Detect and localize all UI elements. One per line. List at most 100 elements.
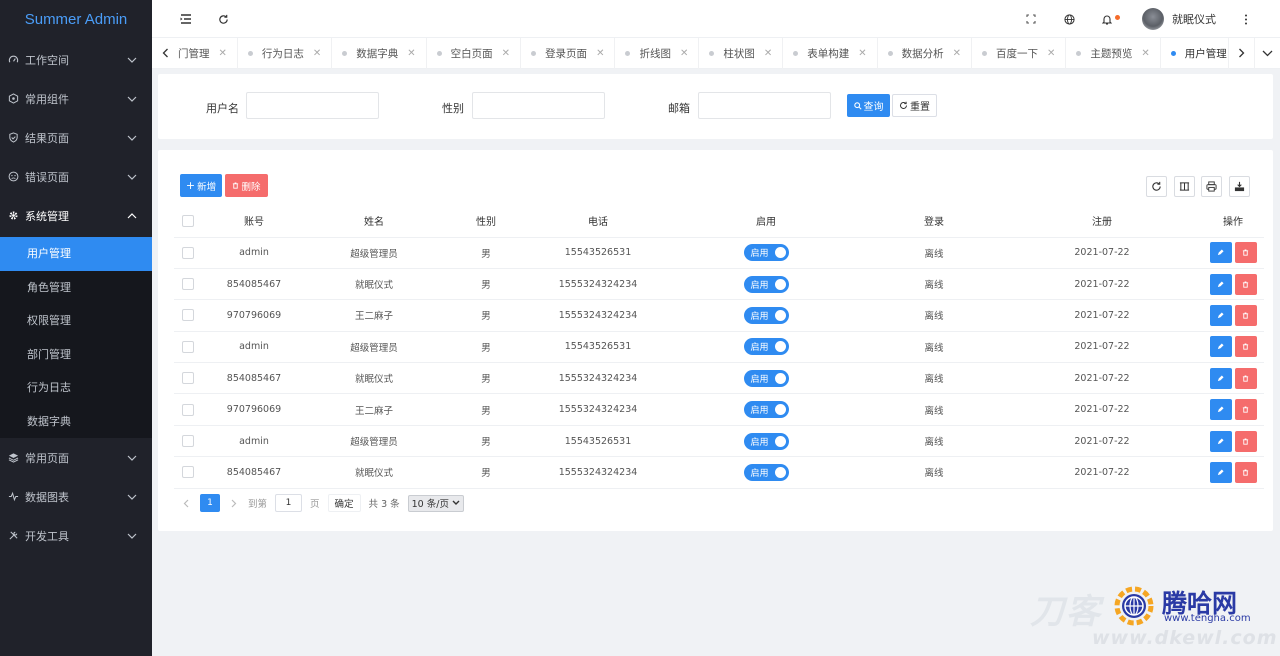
sidebar-menu-1[interactable]: 数据图表 bbox=[0, 477, 152, 516]
row-delete-button[interactable] bbox=[1234, 242, 1257, 264]
edit-button[interactable] bbox=[1209, 273, 1232, 295]
page-size-select[interactable]: 10 条/页 bbox=[407, 494, 464, 512]
current-page[interactable]: 1 bbox=[200, 494, 220, 512]
enabled-toggle[interactable]: 启用 bbox=[743, 463, 789, 481]
delete-button[interactable]: 删除 bbox=[225, 174, 268, 197]
enabled-toggle[interactable]: 启用 bbox=[743, 338, 789, 356]
gender-input[interactable] bbox=[472, 92, 605, 119]
table-row[interactable]: 970796069 王二麻子男 1555324324234 启用 离线 2021-07-2… bbox=[174, 299, 1264, 332]
sidebar-menu-0[interactable]: 工作空间 bbox=[0, 40, 152, 79]
sidebar-menu-4[interactable]: 系统管理 bbox=[0, 196, 152, 235]
print-button[interactable] bbox=[1201, 176, 1222, 197]
sidebar-menu-0[interactable]: 常用页面 bbox=[0, 438, 152, 477]
columns-filter-button[interactable] bbox=[1174, 176, 1195, 197]
close-icon[interactable]: ✕ bbox=[1047, 48, 1055, 59]
next-page-icon[interactable] bbox=[228, 499, 240, 508]
close-icon[interactable]: ✕ bbox=[596, 48, 604, 59]
username-input[interactable] bbox=[246, 92, 379, 119]
tab-2[interactable]: 数据字典 ✕ bbox=[332, 37, 427, 69]
row-delete-button[interactable] bbox=[1234, 399, 1257, 421]
tab-8[interactable]: 数据分析 ✕ bbox=[878, 37, 973, 69]
bell-icon[interactable] bbox=[1099, 11, 1120, 27]
tab-5[interactable]: 折线图 ✕ bbox=[615, 37, 700, 69]
row-checkbox[interactable] bbox=[182, 435, 194, 448]
export-button[interactable] bbox=[1229, 176, 1250, 197]
sidebar-subitem-4[interactable]: 行为日志 bbox=[0, 371, 152, 405]
close-icon[interactable]: ✕ bbox=[680, 48, 688, 59]
column-header[interactable]: 启用 bbox=[666, 205, 866, 238]
sidebar-menu-3[interactable]: 错误页面 bbox=[0, 157, 152, 196]
table-row[interactable]: 970796069 王二麻子男 1555324324234 启用 离线 2021-07-2… bbox=[174, 393, 1264, 426]
tab-0[interactable]: 门管理 ✕ bbox=[178, 37, 238, 69]
row-checkbox[interactable] bbox=[182, 340, 194, 353]
tabs-prev-icon[interactable] bbox=[152, 38, 178, 69]
column-header[interactable]: 注册 bbox=[1002, 205, 1202, 238]
select-all-checkbox[interactable] bbox=[182, 214, 194, 227]
close-icon[interactable]: ✕ bbox=[407, 48, 415, 59]
tab-6[interactable]: 柱状图 ✕ bbox=[699, 37, 784, 69]
tab-11[interactable]: 用户管理✕ bbox=[1161, 38, 1228, 69]
row-checkbox[interactable] bbox=[182, 466, 194, 479]
goto-page-input[interactable]: 1 bbox=[275, 494, 303, 512]
tab-7[interactable]: 表单构建 ✕ bbox=[783, 37, 878, 69]
edit-button[interactable] bbox=[1209, 304, 1232, 326]
refresh-icon[interactable] bbox=[215, 11, 231, 27]
edit-button[interactable] bbox=[1209, 367, 1232, 389]
row-delete-button[interactable] bbox=[1234, 461, 1257, 483]
app-logo[interactable]: Summer Admin bbox=[0, 0, 152, 40]
sidebar-menu-1[interactable]: 常用组件 bbox=[0, 79, 152, 118]
close-icon[interactable]: ✕ bbox=[1141, 48, 1149, 59]
edit-button[interactable] bbox=[1209, 399, 1232, 421]
sidebar-subitem-3[interactable]: 部门管理 bbox=[0, 338, 152, 372]
enabled-toggle[interactable]: 启用 bbox=[743, 401, 789, 419]
table-row[interactable]: 854085467 就眠仪式男 1555324324234 启用 离线 2021-07-2… bbox=[174, 268, 1264, 301]
edit-button[interactable] bbox=[1209, 461, 1232, 483]
enabled-toggle[interactable]: 启用 bbox=[743, 432, 789, 450]
sidebar-menu-2[interactable]: 结果页面 bbox=[0, 118, 152, 157]
row-checkbox[interactable] bbox=[182, 246, 194, 259]
tab-9[interactable]: 百度一下 ✕ bbox=[972, 37, 1067, 69]
reset-button[interactable]: 重置 bbox=[892, 94, 937, 117]
edit-button[interactable] bbox=[1209, 242, 1232, 264]
column-header[interactable]: 性别 bbox=[442, 205, 530, 238]
enabled-toggle[interactable]: 启用 bbox=[743, 275, 789, 293]
column-header[interactable]: 电话 bbox=[530, 205, 666, 238]
column-header[interactable]: 登录 bbox=[866, 205, 1002, 238]
table-row[interactable]: admin 超级管理员男 15543526531 启用 离线 2021-07-22 bbox=[174, 331, 1264, 364]
user-menu[interactable]: 就眠仪式 bbox=[1142, 8, 1216, 30]
sidebar-menu-2[interactable]: 开发工具 bbox=[0, 516, 152, 555]
row-delete-button[interactable] bbox=[1234, 367, 1257, 389]
goto-confirm-button[interactable]: 确定 bbox=[327, 494, 361, 512]
row-delete-button[interactable] bbox=[1234, 336, 1257, 358]
enabled-toggle[interactable]: 启用 bbox=[743, 306, 789, 324]
close-icon[interactable]: ✕ bbox=[502, 48, 510, 59]
tab-1[interactable]: 行为日志 ✕ bbox=[238, 37, 333, 69]
row-checkbox[interactable] bbox=[182, 278, 194, 291]
row-checkbox[interactable] bbox=[182, 372, 194, 385]
prev-page-icon[interactable] bbox=[180, 499, 192, 508]
tabs-next-icon[interactable] bbox=[1228, 37, 1254, 69]
tabs-dropdown-icon[interactable] bbox=[1254, 37, 1280, 69]
close-icon[interactable]: ✕ bbox=[764, 48, 772, 59]
table-refresh-button[interactable] bbox=[1146, 176, 1167, 197]
row-delete-button[interactable] bbox=[1234, 273, 1257, 295]
enabled-toggle[interactable]: 启用 bbox=[743, 244, 789, 262]
edit-button[interactable] bbox=[1209, 430, 1232, 452]
table-row[interactable]: admin 超级管理员男 15543526531 启用 离线 2021-07-22 bbox=[174, 425, 1264, 458]
close-icon[interactable]: ✕ bbox=[858, 48, 866, 59]
row-delete-button[interactable] bbox=[1234, 430, 1257, 452]
enabled-toggle[interactable]: 启用 bbox=[743, 369, 789, 387]
query-button[interactable]: 查询 bbox=[847, 94, 890, 117]
globe-icon[interactable] bbox=[1061, 11, 1077, 27]
close-icon[interactable]: ✕ bbox=[219, 48, 227, 59]
row-checkbox[interactable] bbox=[182, 403, 194, 416]
tab-4[interactable]: 登录页面 ✕ bbox=[521, 37, 616, 69]
row-delete-button[interactable] bbox=[1234, 304, 1257, 326]
tab-10[interactable]: 主题预览 ✕ bbox=[1066, 37, 1161, 69]
table-row[interactable]: 854085467 就眠仪式男 1555324324234 启用 离线 2021-07-2… bbox=[174, 456, 1264, 489]
sidebar-subitem-2[interactable]: 权限管理 bbox=[0, 304, 152, 338]
table-row[interactable]: 854085467 就眠仪式男 1555324324234 启用 离线 2021-07-2… bbox=[174, 362, 1264, 395]
add-button[interactable]: + 新增 bbox=[180, 174, 222, 197]
row-checkbox[interactable] bbox=[182, 309, 194, 322]
column-header[interactable]: 账号 bbox=[202, 205, 306, 238]
